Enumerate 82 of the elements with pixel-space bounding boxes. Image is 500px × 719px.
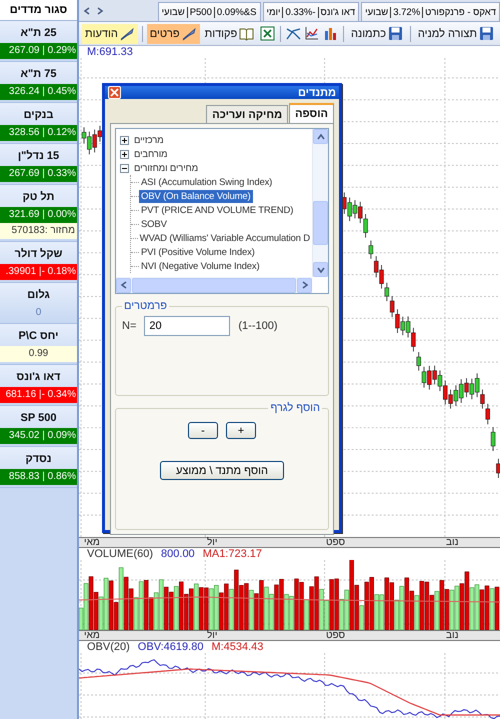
index-value: .39901 |- 0.18%	[0, 264, 77, 280]
parameter-field[interactable]: 20	[144, 316, 230, 336]
month-label: נוב	[446, 537, 458, 548]
toolbar-button[interactable]: פרטים	[146, 24, 200, 44]
index-value: 345.02 | 0.09%	[0, 428, 77, 444]
index-name: בנקים	[22, 108, 54, 123]
dialog-tab[interactable]: הוספה	[289, 103, 334, 123]
month-label: יול	[207, 537, 218, 548]
group-title: הוסף לגרף	[269, 402, 321, 414]
moving-average-value: MA1:723.17	[202, 548, 262, 560]
feather-icon	[182, 26, 197, 40]
index-name: דאו ג'ונס	[16, 370, 62, 385]
panel-title: VOLUME(60)	[87, 548, 154, 560]
scroll-left-icon[interactable]	[82, 6, 92, 16]
index-value: 267.69 | 0.33%	[0, 166, 77, 182]
dialog-tab[interactable]: מחיקה ועריכה	[206, 105, 288, 123]
index-value: 267.09 | 0.29%	[0, 43, 77, 59]
month-label: ספט	[326, 630, 346, 641]
tree-item[interactable]: מורחבים	[132, 148, 170, 160]
turnover-note: מחזור :570183	[0, 223, 77, 239]
index-name: SP 500	[20, 411, 58, 426]
tree-item[interactable]: PVT (PRICE AND VOLUME TREND)	[139, 204, 296, 216]
toolbar-button[interactable]: תצורה למניה	[414, 24, 497, 44]
expand-icon[interactable]	[120, 150, 129, 158]
index-name: שקל דולר	[14, 247, 64, 262]
index-name: תל טק	[22, 190, 56, 205]
scroll-right-icon[interactable]	[95, 6, 105, 16]
scroll-down-icon[interactable]	[316, 264, 326, 274]
index-name: נסדק	[24, 452, 53, 467]
index-value: 321.69 | 0.00%	[0, 207, 77, 223]
month-label: נוב	[446, 630, 458, 641]
tree-item[interactable]: WVAD (Williams' Variable Accumulation D	[138, 232, 312, 244]
tree-item[interactable]: מחירים ומחזורים	[132, 162, 200, 174]
collapse-icon[interactable]	[120, 164, 129, 172]
vertical-scrollbar[interactable]	[312, 129, 328, 277]
index-value: 0.99	[0, 346, 77, 362]
parameter-label: N=	[122, 320, 136, 332]
month-label: יול	[207, 630, 218, 641]
month-label: מאי	[84, 537, 100, 548]
scroll-left-icon[interactable]	[118, 280, 128, 290]
moving-average-value: M:4534.43	[211, 641, 264, 653]
index-card[interactable]: SP 500 345.02 | 0.09%	[0, 406, 77, 447]
average-value: M:691.33	[87, 46, 133, 58]
indicator-tree[interactable]	[115, 128, 329, 294]
index-name: 75 ת"א	[20, 67, 58, 82]
index-name: גלום	[26, 288, 51, 303]
book-icon	[239, 26, 254, 40]
volume-value: 800.00	[161, 548, 195, 560]
sidebar-title: סגור מדדים	[0, 0, 77, 21]
panel-title: OBV(20)	[87, 641, 130, 653]
index-name: 25 ת"א	[20, 26, 58, 41]
remove-button[interactable]: -	[188, 422, 218, 439]
toolbar-button[interactable]: כתמונה	[348, 24, 406, 44]
horizontal-scrollbar[interactable]	[116, 277, 312, 293]
tree-item[interactable]: SOBV	[139, 218, 169, 230]
close-button[interactable]	[108, 86, 121, 99]
index-name: יחס P\C	[18, 329, 60, 344]
toolbar-button[interactable]: פקודות	[202, 24, 258, 44]
tree-item[interactable]: מרכזיים	[132, 134, 166, 146]
month-label: מאי	[84, 630, 100, 641]
dialog-title: מתנדים	[298, 86, 336, 98]
scroll-up-icon[interactable]	[316, 132, 326, 142]
scroll-right-icon[interactable]	[300, 280, 310, 290]
tree-item[interactable]: ASI (Accumulation Swing Index)	[139, 176, 274, 188]
obv-value: OBV:4619.80	[138, 641, 204, 653]
index-value: 328.56 | 0.12%	[0, 125, 77, 141]
add-indicator-button[interactable]: הוסף מתנד \ ממוצע	[160, 461, 284, 480]
tree-item[interactable]: OBV (On Balance Volume)	[139, 190, 253, 202]
index-value: 326.24 | 0.45%	[0, 84, 77, 100]
tree-item[interactable]: NVI (Negative Volume Index)	[139, 260, 262, 272]
group-title: פרמטרים	[123, 300, 168, 312]
month-label: ספט	[326, 537, 346, 548]
expand-icon[interactable]	[120, 136, 129, 144]
range-hint: (1--100)	[238, 320, 278, 332]
toolbar-button[interactable]: הודעות	[82, 24, 138, 44]
index-value: 858.83 | 0.86%	[0, 469, 77, 485]
index-name: 15 נדל"ן	[16, 149, 60, 164]
tree-item[interactable]: PVI (Positive Volume Index)	[139, 246, 257, 258]
index-value: 0	[34, 306, 42, 320]
add-button[interactable]: +	[226, 422, 256, 439]
index-value: 681.16 |- 0.34%	[0, 387, 77, 403]
feather-icon	[120, 26, 135, 40]
